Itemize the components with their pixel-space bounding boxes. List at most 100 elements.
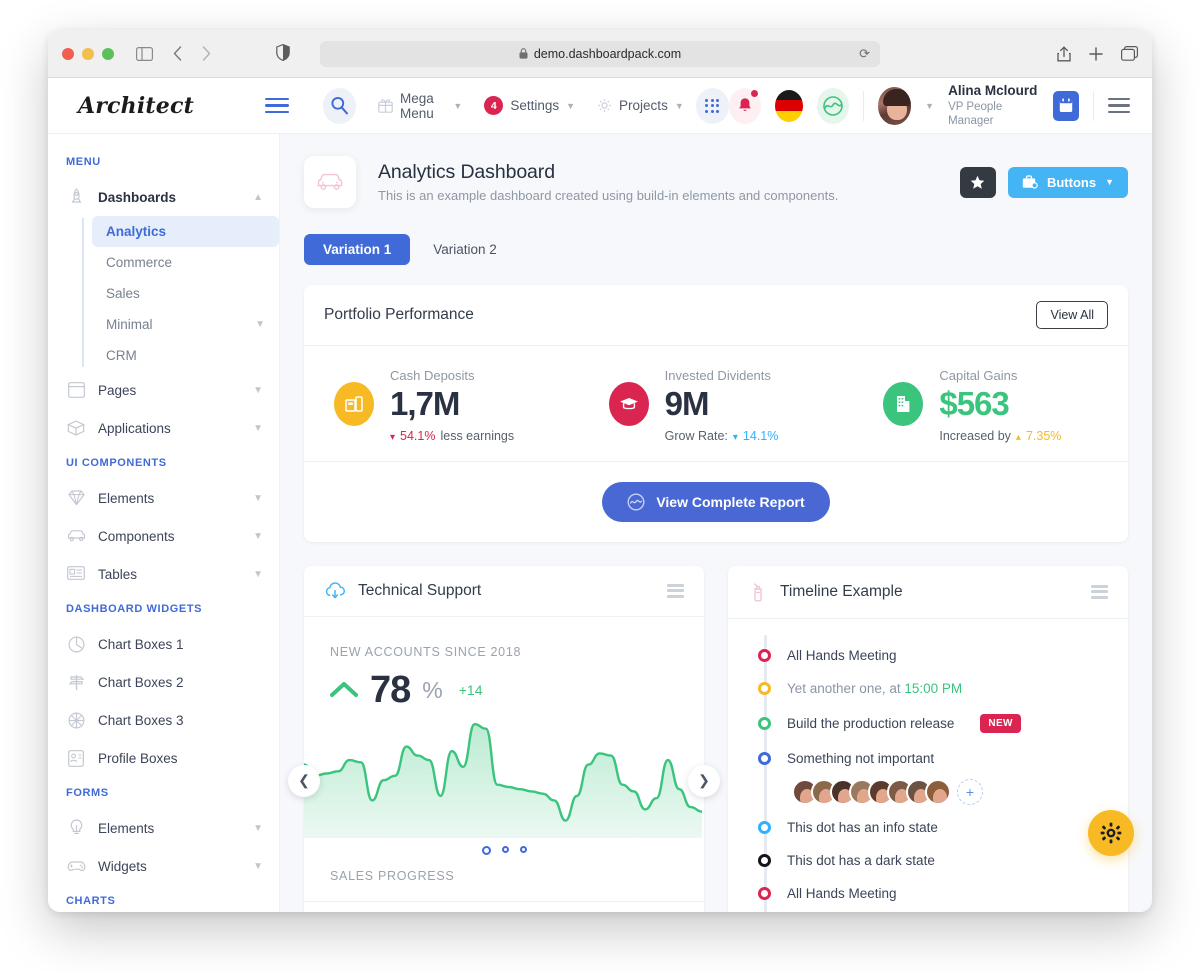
- maximize-window-button[interactable]: [102, 47, 114, 60]
- variation-tabs[interactable]: Variation 1 Variation 2: [304, 234, 1128, 265]
- sidebar-item-tables[interactable]: Tables ▼: [48, 555, 279, 593]
- privacy-shield-icon[interactable]: [276, 43, 290, 61]
- new-accounts-area-chart: [304, 718, 704, 838]
- user-role: VP People Manager: [948, 100, 1003, 127]
- bell-icon[interactable]: [729, 87, 761, 124]
- signpost-icon: [66, 672, 86, 692]
- sidebar-item-crm[interactable]: CRM: [92, 340, 279, 371]
- search-icon[interactable]: [322, 87, 357, 124]
- cloud-download-icon: [324, 582, 346, 600]
- report-button-label: View Complete Report: [656, 493, 805, 510]
- sidebar-item-applications[interactable]: Applications ▼: [48, 409, 279, 447]
- total-orders-row: Total Orders Last year expenses $1896: [304, 900, 704, 912]
- chevron-down-icon: ▼: [253, 860, 263, 872]
- sidebar-item-components[interactable]: Components ▼: [48, 517, 279, 555]
- sidebar-item-profile-boxes[interactable]: Profile Boxes: [48, 739, 279, 777]
- nav-item-mega-menu[interactable]: Mega Menu ▼: [378, 91, 462, 121]
- sidebar-collapse-button[interactable]: [264, 97, 289, 114]
- trend-up-icon: [330, 681, 358, 699]
- sidebar-label-analytics: Analytics: [106, 224, 167, 239]
- timeline-item[interactable]: Something not important: [752, 742, 1104, 775]
- timeline-item[interactable]: This dot has a dark state: [752, 844, 1104, 877]
- address-bar[interactable]: demo.dashboardpack.com ⟳: [320, 40, 880, 67]
- user-info: Alina Mclourd VP People Manager: [948, 83, 1039, 129]
- sidebar[interactable]: MENU Dashboards ▲ Analytics Commerce Sal…: [48, 134, 280, 912]
- forward-arrow-icon[interactable]: [202, 46, 211, 61]
- tab-variation-1[interactable]: Variation 1: [304, 234, 411, 265]
- timeline-text: Yet another one, at: [787, 680, 905, 696]
- sidebar-item-elements-forms[interactable]: Elements ▼: [48, 809, 279, 847]
- sidebar-item-chart-boxes-3[interactable]: Chart Boxes 3: [48, 701, 279, 739]
- list-menu-icon[interactable]: [667, 583, 684, 598]
- kpi-cash-deposits: Cash Deposits 1,7M 54.1% less earnings: [304, 368, 579, 443]
- chevron-down-icon: ▼: [566, 100, 576, 111]
- sidebar-item-widgets[interactable]: Widgets ▼: [48, 847, 279, 885]
- sidebar-item-chart-boxes-1[interactable]: Chart Boxes 1: [48, 625, 279, 663]
- window-controls[interactable]: [62, 47, 114, 60]
- avatar[interactable]: [877, 86, 912, 125]
- buttons-dropdown-button[interactable]: Buttons ▼: [1007, 166, 1128, 198]
- timeline-item[interactable]: This dot has an info state: [752, 811, 1104, 844]
- timeline-avatar-group[interactable]: +: [792, 775, 1104, 811]
- carousel-next-button[interactable]: ❯: [688, 764, 720, 797]
- timeline-item[interactable]: Build the production release NEW: [752, 705, 1104, 742]
- new-tab-icon[interactable]: [1089, 46, 1103, 61]
- grid-apps-icon[interactable]: [695, 87, 730, 124]
- kpi-trend-value: 7.35%: [1025, 428, 1062, 443]
- sidebar-label-sales: Sales: [106, 286, 140, 301]
- chevron-down-icon[interactable]: ▼: [925, 101, 934, 111]
- chevron-down-icon: ▼: [674, 100, 684, 111]
- sidebar-item-pages[interactable]: Pages ▼: [48, 371, 279, 409]
- minimize-window-button[interactable]: [82, 47, 94, 60]
- carousel-dots[interactable]: [330, 838, 678, 861]
- sidebar-item-analytics[interactable]: Analytics: [92, 216, 279, 247]
- show-tabs-icon[interactable]: [1121, 46, 1138, 61]
- timeline-item[interactable]: All Hands Meeting: [752, 877, 1104, 910]
- reload-icon[interactable]: ⟳: [859, 46, 870, 62]
- gift-icon: [378, 98, 393, 113]
- sidebar-item-minimal[interactable]: Minimal ▼: [92, 309, 279, 340]
- app-logo[interactable]: Architect: [48, 93, 265, 119]
- sidebar-item-chart-boxes-2[interactable]: Chart Boxes 2: [48, 663, 279, 701]
- buttons-label: Buttons: [1046, 174, 1097, 190]
- view-complete-report-button[interactable]: View Complete Report: [602, 481, 830, 522]
- sidebar-toggle-icon[interactable]: [136, 46, 153, 61]
- settings-fab-button[interactable]: [1088, 810, 1134, 856]
- timeline-text: Build the production release: [787, 715, 955, 731]
- germany-flag-icon[interactable]: [774, 89, 804, 122]
- trend-down-icon: [390, 429, 395, 443]
- chart-circle-icon[interactable]: [817, 87, 849, 124]
- timeline-dot-info: [758, 820, 771, 834]
- nav-item-settings[interactable]: 4 Settings ▼: [484, 96, 575, 115]
- timeline-item[interactable]: All Hands Meeting: [752, 639, 1104, 672]
- add-avatar-button[interactable]: +: [957, 778, 983, 805]
- timeline-item[interactable]: Yet another one, at 15:00 PM: [752, 910, 1104, 912]
- sidebar-item-sales[interactable]: Sales: [92, 278, 279, 309]
- hamburger-menu-icon[interactable]: [1108, 97, 1130, 114]
- carousel-dot-2[interactable]: [501, 845, 509, 853]
- sidebar-section-dashboard-widgets: DASHBOARD WIDGETS: [66, 603, 203, 615]
- sidebar-item-elements-ui[interactable]: Elements ▼: [48, 479, 279, 517]
- tab-variation-2[interactable]: Variation 2: [414, 234, 516, 265]
- carousel-dot-3[interactable]: [519, 845, 527, 853]
- browser-titlebar: demo.dashboardpack.com ⟳: [48, 30, 1152, 78]
- sidebar-label-chart-boxes-2: Chart Boxes 2: [98, 674, 184, 690]
- new-accounts-value: 78: [370, 668, 411, 711]
- sidebar-item-commerce[interactable]: Commerce: [92, 247, 279, 278]
- settings-badge: 4: [484, 96, 504, 115]
- carousel-dot-1[interactable]: [481, 845, 491, 855]
- timeline-item[interactable]: Yet another one, at 15:00 PM: [752, 672, 1104, 705]
- back-arrow-icon[interactable]: [173, 46, 182, 61]
- carousel-prev-button[interactable]: ❮: [288, 764, 320, 797]
- view-all-button[interactable]: View All: [1036, 301, 1108, 329]
- list-menu-icon[interactable]: [1091, 584, 1108, 599]
- trend-up-icon: [1016, 429, 1021, 443]
- sidebar-item-dashboards[interactable]: Dashboards ▲: [48, 178, 279, 216]
- calendar-icon[interactable]: [1052, 90, 1080, 121]
- share-icon[interactable]: [1057, 45, 1071, 62]
- close-window-button[interactable]: [62, 47, 74, 60]
- nav-item-projects[interactable]: Projects ▼: [597, 98, 684, 113]
- pie-chart-icon: [66, 634, 86, 654]
- portfolio-performance-card: Portfolio Performance View All Cash Depo…: [304, 285, 1128, 542]
- star-icon[interactable]: [959, 166, 996, 198]
